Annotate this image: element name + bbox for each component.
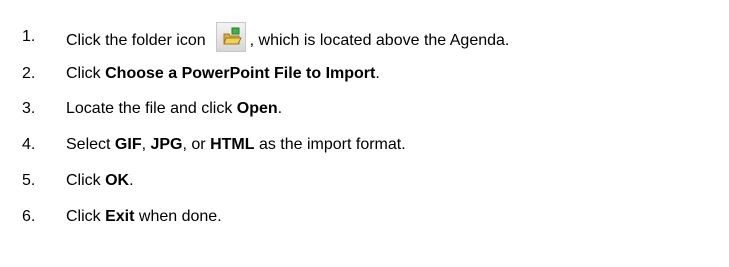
- ui-label: Open: [236, 100, 278, 117]
- step-text-part: , or: [182, 136, 211, 153]
- step-text: Select GIF, JPG, or HTML as the import f…: [66, 135, 406, 155]
- step-text: Locate the file and click Open.: [66, 99, 282, 119]
- step-number: 2.: [22, 65, 36, 82]
- step-text-part: , which is located above the Agenda.: [249, 32, 510, 49]
- step-text-part: .: [277, 100, 283, 117]
- step-text-part: as the import format.: [254, 136, 406, 153]
- folder-open-icon: [215, 22, 246, 52]
- format-label: GIF: [114, 136, 142, 153]
- instruction-list: 1. Click the folder icon , which is loca…: [0, 0, 729, 267]
- step-text-part: .: [375, 65, 380, 82]
- step-text-part: Select: [66, 136, 115, 153]
- step-text: Click the folder icon , which is located…: [66, 22, 509, 52]
- step-text-part: Click: [66, 65, 106, 82]
- step-text-part: Click: [66, 208, 106, 225]
- step-text: Click OK.: [66, 171, 134, 191]
- step-text-part: Click: [66, 172, 106, 189]
- step-number: 5.: [22, 172, 36, 189]
- step-text-part: .: [129, 172, 134, 189]
- format-label: JPG: [150, 136, 183, 153]
- ui-label: OK: [105, 172, 130, 189]
- step-number: 6.: [22, 208, 36, 225]
- step-text-part: Click the folder icon: [66, 32, 206, 49]
- step-number: 1.: [22, 28, 36, 45]
- step-text: Click Exit when done.: [66, 207, 222, 227]
- step-text: Click Choose a PowerPoint File to Import…: [66, 64, 380, 84]
- ui-label: Choose a PowerPoint File to Import: [105, 65, 376, 82]
- step-text-part: Locate the file and click: [66, 100, 237, 117]
- ui-label: Exit: [105, 208, 135, 225]
- step-text-part: when done.: [134, 208, 222, 225]
- format-label: HTML: [210, 136, 255, 153]
- step-number: 4.: [22, 136, 36, 153]
- step-number: 3.: [22, 100, 36, 117]
